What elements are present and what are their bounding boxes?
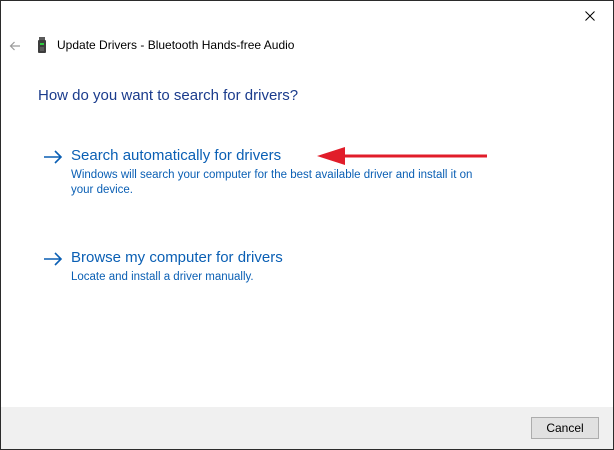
right-arrow-icon: [44, 252, 63, 266]
search-automatically-title[interactable]: Search automatically for drivers: [71, 147, 281, 164]
search-automatically-description: Windows will search your computer for th…: [71, 168, 472, 198]
cancel-button[interactable]: Cancel: [531, 417, 599, 439]
bluetooth-audio-device-icon: [38, 37, 46, 53]
dialog-footer: Cancel: [1, 407, 613, 449]
red-pointer-arrow: [317, 147, 487, 165]
page-heading: How do you want to search for drivers?: [38, 87, 299, 104]
dialog-title: Update Drivers - Bluetooth Hands-free Au…: [57, 38, 295, 52]
browse-computer-title[interactable]: Browse my computer for drivers: [71, 249, 283, 266]
right-arrow-icon: [44, 150, 63, 164]
description-line: Windows will search your computer for th…: [71, 169, 473, 181]
close-button[interactable]: [567, 1, 613, 31]
browse-computer-option[interactable]: Browse my computer for drivers Locate an…: [43, 249, 313, 287]
close-icon: [585, 11, 595, 21]
description-line: Locate and install a driver manually.: [71, 271, 254, 283]
browse-computer-description: Locate and install a driver manually.: [71, 270, 254, 285]
back-button[interactable]: [7, 35, 23, 57]
description-line: your device.: [71, 184, 134, 196]
back-arrow-icon: [9, 41, 20, 51]
update-drivers-window: Update Drivers - Bluetooth Hands-free Au…: [0, 0, 614, 450]
